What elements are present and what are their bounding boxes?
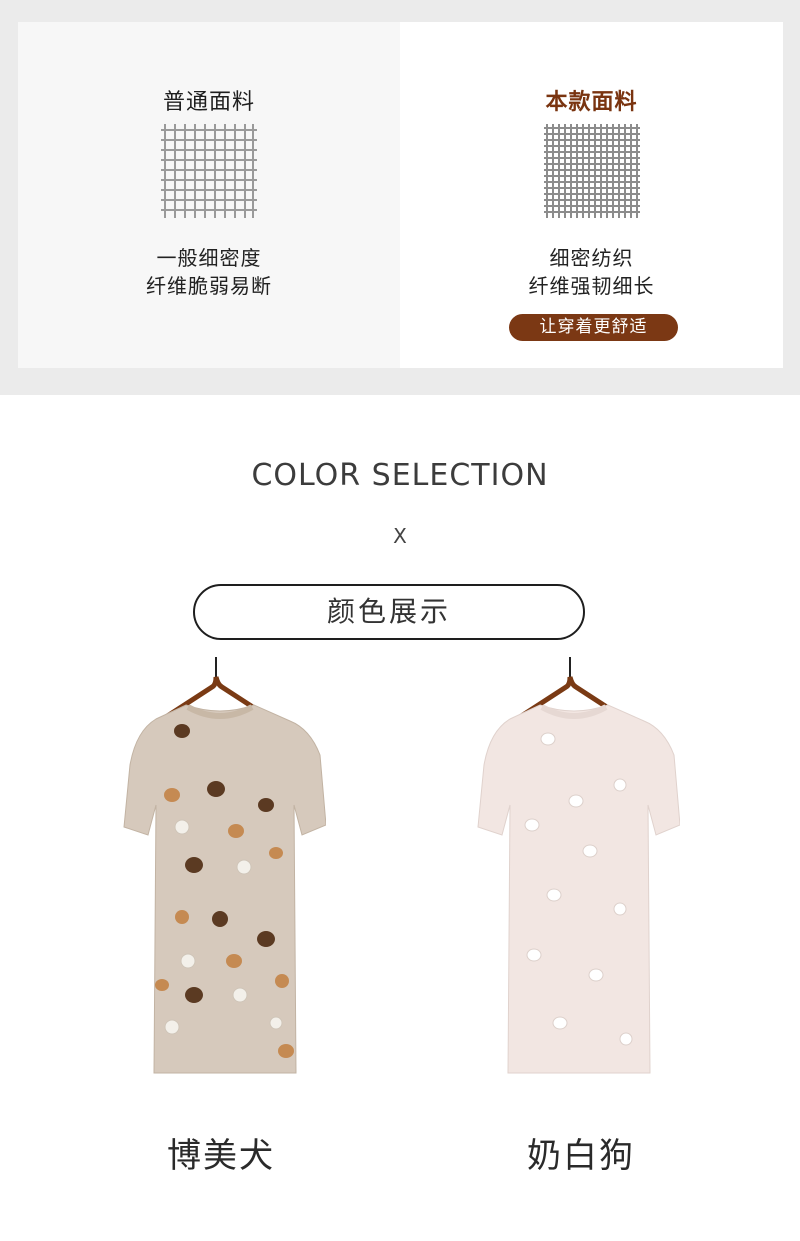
this-fabric-desc-line1: 细密纺织 xyxy=(549,246,634,270)
this-fabric-panel: 本款面料 细密纺织 纤维强韧细长 让穿着更舒适 xyxy=(400,22,783,368)
loose-weave-icon xyxy=(161,124,257,218)
color-selection-title: COLOR SELECTION xyxy=(251,458,549,493)
regular-fabric-desc-line1: 一般细密度 xyxy=(156,246,262,270)
regular-fabric-description: 一般细密度 纤维脆弱易断 xyxy=(18,244,400,300)
regular-fabric-panel: 普通面料 一般细密度 纤维脆弱易断 xyxy=(18,22,400,368)
this-fabric-title: 本款面料 xyxy=(545,90,638,115)
color-display-heading: 颜色展示 xyxy=(193,584,585,640)
fabric-comparison-section: 普通面料 一般细密度 纤维脆弱易断 本款面料 细密纺织 纤维强韧细长 让穿着更舒… xyxy=(0,0,800,395)
white-dog-nightdress-image xyxy=(477,657,680,1074)
product-name-pomeranian: 博美犬 xyxy=(167,1136,275,1176)
pomeranian-nightdress-image xyxy=(123,657,326,1074)
regular-fabric-title: 普通面料 xyxy=(162,90,255,115)
this-fabric-desc-line2: 纤维强韧细长 xyxy=(528,274,655,298)
comfort-badge: 让穿着更舒适 xyxy=(509,314,678,341)
regular-fabric-desc-line2: 纤维脆弱易断 xyxy=(146,274,272,298)
product-detail-page: 普通面料 一般细密度 纤维脆弱易断 本款面料 细密纺织 纤维强韧细长 让穿着更舒… xyxy=(0,0,800,1241)
section-separator: X xyxy=(393,524,407,548)
product-name-white-dog: 奶白狗 xyxy=(527,1136,635,1176)
this-fabric-description: 细密纺织 纤维强韧细长 xyxy=(400,244,783,300)
dense-weave-icon xyxy=(543,124,640,218)
